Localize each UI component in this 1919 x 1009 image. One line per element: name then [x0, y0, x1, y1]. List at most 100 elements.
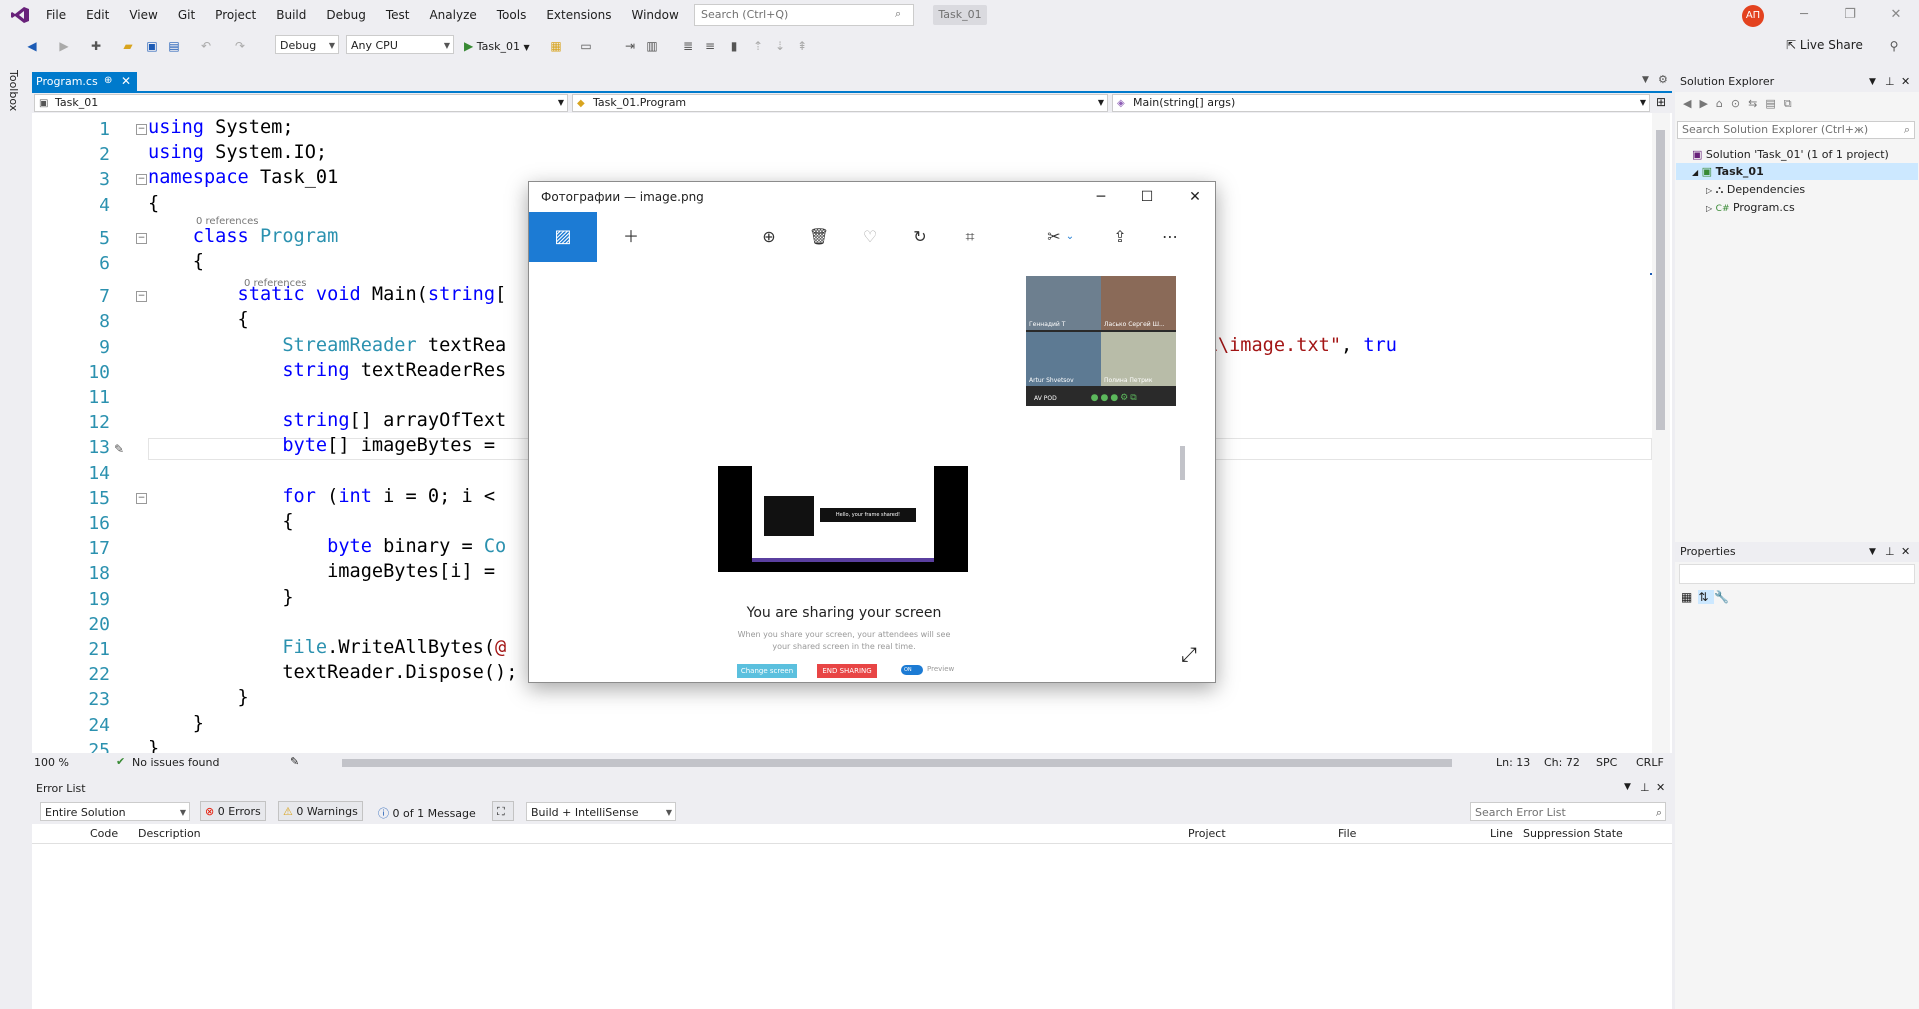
code-line[interactable]: textReader.Dispose(); — [148, 662, 517, 683]
forward-icon[interactable]: ▶ — [56, 38, 72, 54]
fullscreen-icon[interactable]: ⤢ — [1181, 642, 1197, 666]
browse-icon[interactable]: ▦ — [548, 38, 564, 54]
menu-item-file[interactable]: File — [36, 0, 76, 30]
menu-item-extensions[interactable]: Extensions — [536, 0, 621, 30]
next-bookmark-icon[interactable]: ⇣ — [772, 38, 788, 54]
menu-item-analyze[interactable]: Analyze — [419, 0, 486, 30]
vertical-scrollbar-thumb[interactable] — [1656, 130, 1665, 430]
property-pages-icon[interactable]: 🔧 — [1714, 590, 1735, 604]
pin-icon[interactable]: ⊥ — [1885, 542, 1895, 562]
settings-icon[interactable]: ⚙ — [1658, 73, 1668, 86]
column-line[interactable]: Line — [1490, 827, 1513, 840]
column-file[interactable]: File — [1338, 827, 1356, 840]
code-line[interactable]: File.WriteAllBytes(@ — [148, 637, 506, 658]
layout-icon[interactable]: ▥ — [644, 38, 660, 54]
panel-dropdown-icon[interactable]: ▼ — [1869, 542, 1876, 562]
delete-icon[interactable]: 🗑 — [808, 226, 830, 248]
column-code[interactable]: Code — [90, 827, 118, 840]
properties-object-select[interactable] — [1679, 564, 1915, 584]
properties-toolbar[interactable]: ▦⇅🔧 — [1675, 586, 1919, 608]
alphabetical-icon[interactable]: ⇅ — [1698, 590, 1715, 604]
code-line[interactable]: imageBytes[i] = — [148, 561, 506, 582]
solution-search-input[interactable]: Search Solution Explorer (Ctrl+ж) ⌕ — [1677, 121, 1915, 139]
screen-icon[interactable]: ▭ — [578, 38, 594, 54]
pin-icon[interactable]: ⊥ — [1885, 72, 1895, 92]
bookmark-icon[interactable]: ▮ — [726, 38, 742, 54]
code-line[interactable]: { — [148, 193, 159, 214]
code-line[interactable]: string textReaderRes — [148, 360, 506, 381]
code-line[interactable]: } — [148, 587, 293, 608]
save-icon[interactable]: ▣ — [144, 38, 160, 54]
code-line[interactable]: for (int i = 0; i < — [148, 486, 506, 507]
project-nav-select[interactable]: ▣ Task_01 ▼ — [34, 94, 568, 112]
menu-item-project[interactable]: Project — [205, 0, 266, 30]
brush-icon[interactable]: ✎ — [290, 755, 299, 768]
fold-toggle-icon[interactable]: − — [136, 492, 147, 504]
tree-item-solution[interactable]: ▣ Solution 'Task_01' (1 of 1 project) — [1692, 146, 1889, 163]
new-item-icon[interactable]: ✚ — [88, 38, 104, 54]
tab-program-cs[interactable]: Program.cs ⊕ ✕ — [32, 72, 137, 92]
pin-icon[interactable]: ⊥ — [1640, 781, 1650, 794]
column-suppression-state[interactable]: Suppression State — [1523, 827, 1623, 840]
code-line[interactable]: using System; — [148, 117, 294, 138]
close-icon[interactable]: ✕ — [1901, 542, 1910, 562]
chevron-down-icon[interactable]: ⌄ — [1059, 226, 1081, 248]
uncomment-icon[interactable]: ≡ — [702, 38, 718, 54]
error-search-input[interactable]: Search Error List ⌕ — [1470, 802, 1666, 821]
member-nav-select[interactable]: ◈ Main(string[] args) ▼ — [1112, 94, 1650, 112]
categorized-icon[interactable]: ▦ — [1681, 590, 1698, 604]
code-line[interactable]: string[] arrayOfText — [148, 410, 506, 431]
menu-item-test[interactable]: Test — [376, 0, 420, 30]
close-icon[interactable]: ✕ — [1886, 6, 1906, 24]
build-source-select[interactable]: Build + IntelliSense ▼ — [526, 802, 676, 821]
code-line[interactable]: namespace Task_01 — [148, 167, 338, 188]
menu-item-debug[interactable]: Debug — [316, 0, 375, 30]
minimize-icon[interactable]: ─ — [1089, 188, 1113, 206]
tree-item-project[interactable]: ◢ ▣ Task_01 — [1676, 163, 1918, 180]
close-icon[interactable]: ✕ — [1183, 188, 1207, 206]
share-icon[interactable]: ⇪ — [1109, 226, 1131, 248]
split-icon[interactable]: ⊞ — [1656, 95, 1666, 109]
fold-toggle-icon[interactable]: − — [136, 174, 147, 186]
close-icon[interactable]: ✕ — [1656, 781, 1665, 794]
menu-item-edit[interactable]: Edit — [76, 0, 119, 30]
restore-icon[interactable]: ❐ — [1840, 6, 1860, 24]
tab-overflow-icon[interactable]: ▼ — [1642, 75, 1649, 85]
favorite-icon[interactable]: ♡ — [859, 226, 881, 248]
filter-toggle-icon[interactable]: ⛶ — [492, 801, 514, 821]
fold-toggle-icon[interactable]: − — [136, 232, 147, 244]
save-all-icon[interactable]: ▤ — [166, 38, 182, 54]
scope-select[interactable]: Entire Solution ▼ — [40, 802, 190, 821]
prev-bookmark-icon[interactable]: ⇡ — [750, 38, 766, 54]
photos-title-bar[interactable]: Фотографии — image.png ─ ☐ ✕ — [529, 182, 1215, 212]
panel-dropdown-icon[interactable]: ▼ — [1869, 72, 1876, 92]
live-share-button[interactable]: ⇱ Live Share — [1786, 38, 1863, 52]
code-line[interactable]: byte binary = Co — [148, 536, 506, 557]
close-tab-icon[interactable]: ✕ — [121, 74, 131, 88]
messages-filter-button[interactable]: ⓘ 0 of 1 Message — [378, 805, 476, 821]
image-view-icon[interactable]: ▨ — [529, 212, 597, 262]
back-icon[interactable]: ◀ — [24, 38, 40, 54]
quick-action-icon[interactable]: ✎ — [114, 442, 124, 456]
undo-icon[interactable]: ↶ — [198, 38, 214, 54]
type-nav-select[interactable]: ◆ Task_01.Program ▼ — [572, 94, 1108, 112]
photos-window[interactable]: Фотографии — image.png ─ ☐ ✕ ▨ ＋ ⊕ 🗑 ♡ ↻… — [528, 181, 1216, 683]
close-icon[interactable]: ✕ — [1901, 72, 1910, 92]
fold-toggle-icon[interactable]: − — [136, 291, 147, 303]
code-line[interactable]: static void Main(string[ — [148, 284, 507, 305]
codelens-references[interactable]: 0 references — [244, 278, 307, 289]
fold-toggle-icon[interactable]: − — [136, 124, 147, 135]
warnings-filter-button[interactable]: ⚠ 0 Warnings — [278, 801, 363, 821]
menu-item-view[interactable]: View — [119, 0, 167, 30]
zoom-icon[interactable]: ⊕ — [758, 226, 780, 248]
solution-explorer-toolbar[interactable]: ◀▶⌂⊙⇆▤⧉ — [1675, 92, 1919, 116]
avatar[interactable]: АП — [1742, 5, 1764, 27]
code-line[interactable]: } — [148, 687, 249, 708]
menu-item-tools[interactable]: Tools — [487, 0, 537, 30]
zoom-level[interactable]: 100 % — [34, 756, 69, 769]
minimize-icon[interactable]: ─ — [1794, 6, 1814, 24]
menu-item-git[interactable]: Git — [168, 0, 205, 30]
panel-dropdown-icon[interactable]: ▼ — [1624, 782, 1631, 792]
tree-item-program-cs[interactable]: ▷ C# Program.cs — [1706, 199, 1795, 216]
step-icon[interactable]: ⇥ — [622, 38, 638, 54]
